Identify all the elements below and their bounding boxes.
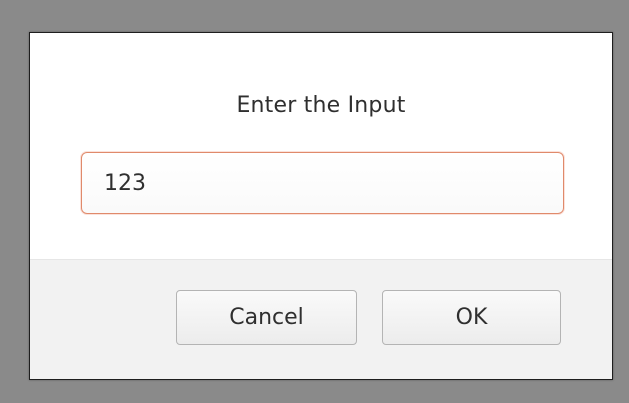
text-input[interactable] (82, 153, 563, 213)
ok-button[interactable]: OK (382, 290, 561, 345)
input-field-wrapper (81, 152, 564, 214)
dialog-footer: Cancel OK (30, 259, 612, 379)
input-dialog: Enter the Input Cancel OK (29, 32, 613, 380)
dialog-title: Enter the Input (236, 93, 406, 118)
cancel-button[interactable]: Cancel (176, 290, 357, 345)
